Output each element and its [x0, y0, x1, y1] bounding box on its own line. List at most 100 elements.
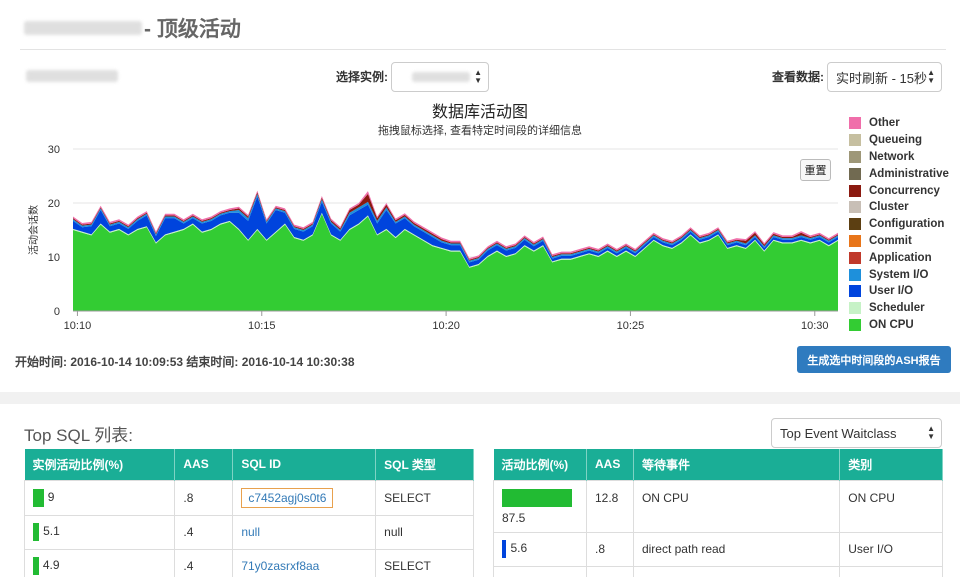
- legend-swatch: [849, 167, 861, 180]
- col-header-aas[interactable]: AAS: [174, 449, 234, 480]
- legend-swatch: [849, 285, 861, 298]
- x-tick-label: 10:10: [64, 320, 92, 332]
- pct-bar: [502, 540, 507, 558]
- legend-label: Other: [869, 117, 900, 130]
- legend-item[interactable]: Administrative: [849, 165, 949, 182]
- event-cell: ON CPU: [632, 479, 841, 533]
- col-header-sql-type[interactable]: SQL 类型: [375, 449, 474, 480]
- col-header-event[interactable]: 等待事件: [633, 449, 841, 480]
- legend-item[interactable]: Other: [849, 115, 949, 132]
- y-tick-label: 20: [48, 198, 60, 210]
- pct-value: 87.5: [502, 510, 526, 525]
- aas-cell: [585, 565, 634, 577]
- y-tick-label: 0: [54, 306, 60, 318]
- pct-bar: [33, 523, 40, 541]
- pct-cell: 4.9: [23, 548, 176, 577]
- legend-swatch: [849, 201, 861, 214]
- top-event-table: 活动比例(%) AAS 等待事件 类别 87.5 12.8 ON CPU ON …: [493, 449, 943, 577]
- legend-swatch: [849, 302, 861, 315]
- legend-swatch: [849, 234, 861, 247]
- legend-label: Configuration: [869, 218, 945, 231]
- table-row: 9 .8 c7452agj0s0t6 SELECT: [23, 479, 474, 516]
- class-cell: [839, 565, 943, 577]
- pct-value: 4.9: [42, 558, 60, 573]
- legend-swatch: [849, 318, 861, 331]
- table-header-row: 活动比例(%) AAS 等待事件 类别: [493, 449, 943, 480]
- aas-cell: .4: [174, 514, 234, 550]
- area-series: [73, 213, 838, 311]
- sql-id-link[interactable]: c7452agj0s0t6: [241, 487, 334, 508]
- x-tick-label: 10:15: [248, 320, 276, 332]
- legend-swatch: [849, 218, 861, 231]
- legend-swatch: [849, 150, 861, 163]
- sql-id-link[interactable]: 71y0zasrxf8aa: [241, 559, 319, 573]
- y-tick-label: 30: [48, 144, 60, 156]
- col-header-pct[interactable]: 实例活动比例(%): [24, 449, 176, 480]
- legend-item[interactable]: Cluster: [849, 199, 949, 216]
- legend-label: Queueing: [869, 134, 923, 147]
- col-header-aas[interactable]: AAS: [586, 449, 634, 480]
- table-row: 4.9 .4 71y0zasrxf8aa SELECT: [23, 548, 474, 577]
- legend-label: Network: [869, 150, 915, 163]
- pct-cell: 9: [23, 479, 176, 516]
- sql-id-link[interactable]: null: [241, 525, 260, 539]
- legend-item[interactable]: Scheduler: [849, 300, 949, 317]
- pct-bar: [33, 488, 44, 507]
- pct-value: 9: [47, 489, 55, 504]
- legend-item[interactable]: Queueing: [849, 132, 949, 149]
- col-header-sql-id[interactable]: SQL ID: [232, 449, 377, 480]
- legend-swatch: [849, 251, 861, 264]
- legend-item[interactable]: Application: [849, 249, 949, 266]
- sql-id-cell: c7452agj0s0t6: [232, 479, 377, 516]
- legend-label: Commit: [869, 234, 912, 247]
- legend-label: Concurrency: [869, 184, 940, 197]
- legend-swatch: [849, 184, 861, 197]
- sql-type-cell: SELECT: [375, 479, 474, 516]
- top-sql-heading: Top SQL 列表:: [24, 426, 133, 445]
- legend-label: Cluster: [869, 201, 909, 214]
- generate-ash-report-button[interactable]: 生成选中时间段的ASH报告: [797, 346, 951, 373]
- table-header-row: 实例活动比例(%) AAS SQL ID SQL 类型: [24, 449, 474, 480]
- pct-cell: 87.5: [493, 479, 587, 533]
- x-tick-label: 10:20: [432, 320, 460, 332]
- top-event-select-value: Top Event Waitclass: [780, 425, 897, 441]
- legend-label: Scheduler: [869, 302, 925, 315]
- y-tick-label: 10: [48, 252, 60, 264]
- legend-item[interactable]: Configuration: [849, 216, 949, 233]
- class-cell: User I/O: [839, 531, 943, 567]
- pct-cell: 5.6: [493, 531, 587, 567]
- legend-item[interactable]: User I/O: [849, 283, 949, 300]
- legend-item[interactable]: Network: [849, 149, 949, 166]
- legend-swatch: [849, 268, 861, 281]
- legend-swatch: [849, 117, 861, 130]
- aas-cell: 12.8: [585, 479, 634, 533]
- sql-id-cell: null: [232, 514, 377, 550]
- pct-value: 5.6: [510, 541, 528, 556]
- chart-legend: Other Queueing Network Administrative Concur…: [849, 115, 949, 333]
- top-event-select[interactable]: Top Event Waitclass ▲ ▼: [771, 418, 942, 448]
- legend-item[interactable]: Commit: [849, 233, 949, 250]
- aas-cell: .4: [174, 548, 234, 577]
- table-row: [493, 565, 943, 577]
- sql-type-cell: null: [375, 514, 474, 550]
- legend-label: User I/O: [869, 285, 914, 298]
- x-tick-label: 10:30: [801, 320, 829, 332]
- legend-label: ON CPU: [869, 318, 914, 331]
- time-range-text: 开始时间: 2016-10-14 10:09:53 结束时间: 2016-10-…: [15, 355, 355, 369]
- reset-zoom-button[interactable]: 重置: [800, 159, 831, 181]
- top-sql-table: 实例活动比例(%) AAS SQL ID SQL 类型 9 .8 c7452ag…: [23, 449, 474, 577]
- col-header-class[interactable]: 类别: [839, 449, 943, 480]
- sql-id-cell: 71y0zasrxf8aa: [232, 548, 377, 577]
- legend-item[interactable]: Concurrency: [849, 182, 949, 199]
- legend-label: Application: [869, 251, 932, 264]
- table-row: 5.6 .8 direct path read User I/O: [493, 531, 943, 567]
- aas-cell: .8: [174, 479, 234, 516]
- legend-item[interactable]: System I/O: [849, 266, 949, 283]
- table-row: 87.5 12.8 ON CPU ON CPU: [493, 479, 943, 533]
- table-row: 5.1 .4 null null: [23, 514, 474, 550]
- aas-cell: .8: [585, 531, 634, 567]
- legend-item[interactable]: ON CPU: [849, 317, 949, 334]
- legend-swatch: [849, 134, 861, 147]
- col-header-pct[interactable]: 活动比例(%): [493, 449, 587, 480]
- pct-bar: [502, 488, 572, 507]
